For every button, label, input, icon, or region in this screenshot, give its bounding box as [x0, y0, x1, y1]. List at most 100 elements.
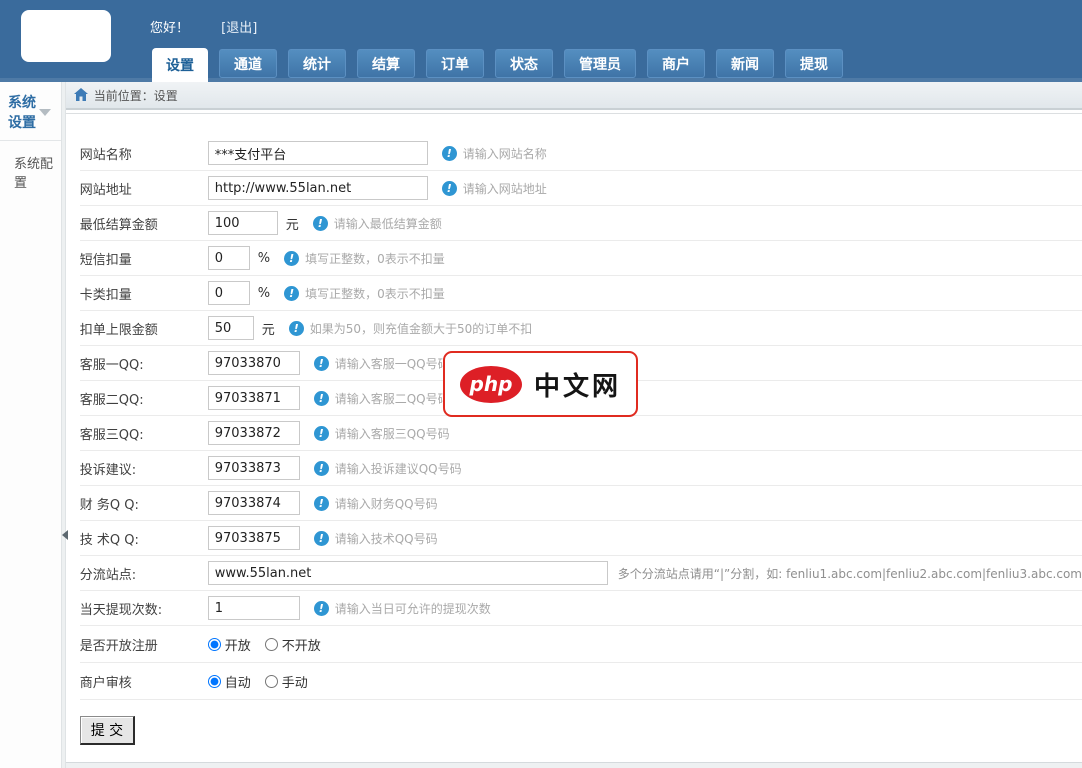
service-qq1-input[interactable] [208, 351, 300, 375]
tab-orders[interactable]: 订单 [426, 49, 484, 78]
tech-qq-input[interactable] [208, 526, 300, 550]
form-row-service-qq3: 客服三QQ: !请输入客服三QQ号码 [80, 416, 1082, 451]
field-label: 卡类扣量 [80, 284, 208, 303]
tab-news[interactable]: 新闻 [716, 49, 774, 78]
form-row-tech-qq: 技 术Q Q: !请输入技术QQ号码 [80, 521, 1082, 556]
field-hint: !请输入财务QQ号码 [314, 495, 438, 512]
field-hint: !请输入客服二QQ号码 [314, 390, 450, 407]
field-hint: !填写正整数，0表示不扣量 [284, 250, 445, 267]
submit-button[interactable]: 提 交 [80, 716, 135, 745]
form-row-finance-qq: 财 务Q Q: !请输入财务QQ号码 [80, 486, 1082, 521]
field-hint: !请输入技术QQ号码 [314, 530, 438, 547]
min-settlement-input[interactable] [208, 211, 278, 235]
registration-closed-radio[interactable] [265, 638, 278, 651]
form-row-deduct-cap: 扣单上限金额 元 !如果为50，则充值金额大于50的订单不扣 [80, 311, 1082, 346]
deduct-cap-input[interactable] [208, 316, 254, 340]
review-auto-option[interactable]: 自动 [208, 672, 251, 691]
chevron-down-icon [39, 109, 51, 116]
info-icon: ! [284, 251, 299, 266]
service-qq2-input[interactable] [208, 386, 300, 410]
sidebar: 系统设置 系统配置 [0, 82, 61, 768]
greeting-bar: 您好！ [退出] [150, 17, 257, 36]
complaint-qq-input[interactable] [208, 456, 300, 480]
form-row-sms-deduct: 短信扣量 % !填写正整数，0表示不扣量 [80, 241, 1082, 276]
info-icon: ! [314, 601, 329, 616]
tab-status[interactable]: 状态 [495, 49, 553, 78]
info-icon: ! [442, 146, 457, 161]
field-hint: !填写正整数，0表示不扣量 [284, 285, 445, 302]
site-url-input[interactable] [208, 176, 428, 200]
field-label: 分流站点: [80, 564, 208, 583]
field-hint: !请输入最低结算金额 [313, 215, 442, 232]
unit-suffix: % [258, 286, 270, 301]
form-row-min-settlement: 最低结算金额 元 !请输入最低结算金额 [80, 206, 1082, 241]
form-row-site-url: 网站地址 !请输入网站地址 [80, 171, 1082, 206]
tab-withdrawals[interactable]: 提现 [785, 49, 843, 78]
field-label: 网站名称 [80, 144, 208, 163]
sms-deduct-input[interactable] [208, 246, 250, 270]
field-hint: 多个分流站点请用“|”分割，如: fenliu1.abc.com|fenliu2… [618, 565, 1082, 582]
field-label: 客服一QQ: [80, 354, 208, 373]
service-qq3-input[interactable] [208, 421, 300, 445]
tab-admins[interactable]: 管理员 [564, 49, 636, 78]
unit-suffix: % [258, 251, 270, 266]
form-row-daily-withdrawals: 当天提现次数: !请输入当日可允许的提现次数 [80, 591, 1082, 626]
breadcrumb: 当前位置：设置 [66, 82, 1082, 110]
site-name-input[interactable] [208, 141, 428, 165]
tab-channels[interactable]: 通道 [219, 49, 277, 78]
form-row-merchant-review: 商户审核 自动 手动 [80, 663, 1082, 700]
info-icon: ! [314, 426, 329, 441]
info-icon: ! [314, 531, 329, 546]
field-hint: !请输入客服三QQ号码 [314, 425, 450, 442]
home-icon [74, 88, 88, 103]
field-label: 扣单上限金额 [80, 319, 208, 338]
top-header: 您好！ [退出] 设置 通道 统计 结算 订单 状态 管理员 商户 新闻 提现 [0, 0, 1082, 82]
tab-statistics[interactable]: 统计 [288, 49, 346, 78]
breadcrumb-text: 当前位置：设置 [94, 87, 178, 104]
field-label: 客服二QQ: [80, 389, 208, 408]
field-label: 财 务Q Q: [80, 494, 208, 513]
registration-closed-option[interactable]: 不开放 [265, 635, 321, 654]
field-hint: !如果为50，则充值金额大于50的订单不扣 [289, 320, 533, 337]
field-label: 当天提现次数: [80, 599, 208, 618]
field-label: 短信扣量 [80, 249, 208, 268]
form-row-site-name: 网站名称 !请输入网站名称 [80, 136, 1082, 171]
submit-row: 提 交 [80, 716, 1082, 745]
field-hint: !请输入投诉建议QQ号码 [314, 460, 462, 477]
php-cn-watermark-logo: php 中文网 [443, 351, 638, 417]
form-row-diversion-sites: 分流站点: 多个分流站点请用“|”分割，如: fenliu1.abc.com|f… [80, 556, 1082, 591]
field-label: 最低结算金额 [80, 214, 208, 233]
registration-open-option[interactable]: 开放 [208, 635, 251, 654]
greeting-text: 您好！ [150, 21, 189, 36]
daily-withdrawals-input[interactable] [208, 596, 300, 620]
field-hint: !请输入客服一QQ号码 [314, 355, 450, 372]
php-logo-icon: php [460, 366, 522, 403]
watermark-brand-name: 中文网 [534, 366, 621, 403]
logout-link[interactable]: [退出] [221, 21, 257, 36]
settings-form: 网站名称 !请输入网站名称 网站地址 !请输入网站地址 最低结算金额 元 !请输… [66, 113, 1082, 745]
finance-qq-input[interactable] [208, 491, 300, 515]
footer-strip [66, 762, 1082, 768]
tab-merchants[interactable]: 商户 [647, 49, 705, 78]
field-label: 客服三QQ: [80, 424, 208, 443]
field-label: 技 术Q Q: [80, 529, 208, 548]
review-manual-radio[interactable] [265, 675, 278, 688]
sidebar-item-system-config[interactable]: 系统配置 [0, 141, 61, 197]
main-content: 当前位置：设置 网站名称 !请输入网站名称 网站地址 !请输入网站地址 最低结算… [66, 82, 1082, 768]
registration-open-radio[interactable] [208, 638, 221, 651]
info-icon: ! [314, 391, 329, 406]
review-auto-radio[interactable] [208, 675, 221, 688]
site-logo [21, 10, 111, 62]
tab-settings[interactable]: 设置 [152, 48, 208, 82]
card-deduct-input[interactable] [208, 281, 250, 305]
sidebar-section-system-settings[interactable]: 系统设置 [0, 82, 61, 141]
review-manual-option[interactable]: 手动 [265, 672, 308, 691]
form-row-card-deduct: 卡类扣量 % !填写正整数，0表示不扣量 [80, 276, 1082, 311]
info-icon: ! [313, 216, 328, 231]
form-row-complaint-qq: 投诉建议: !请输入投诉建议QQ号码 [80, 451, 1082, 486]
info-icon: ! [314, 461, 329, 476]
diversion-sites-input[interactable] [208, 561, 608, 585]
field-label: 商户审核 [80, 672, 208, 691]
field-hint: !请输入当日可允许的提现次数 [314, 600, 491, 617]
tab-settlement[interactable]: 结算 [357, 49, 415, 78]
